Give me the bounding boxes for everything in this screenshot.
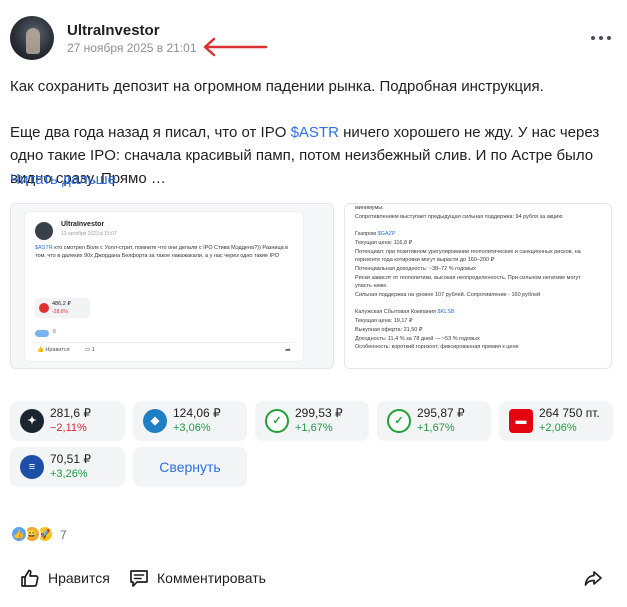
embedded-divider [33,342,295,343]
red-arrow-annotation-icon [203,37,268,57]
ticker-chip[interactable]: ≡ 70,51 ₽ +3,26% [10,447,125,487]
ticker-price: 295,87 ₽ [417,406,465,420]
ticker-chip[interactable]: ◆ 124,06 ₽ +3,06% [133,401,247,441]
embedded-post-card: UltraInvestor 13 октября 2023 в 15:07 $A… [24,211,304,362]
embedded-date: 13 октября 2023 в 15:07 [61,231,117,237]
like-button[interactable]: Нравится [20,568,115,588]
mts-icon: ▬ [509,409,533,433]
comment-button[interactable]: Комментировать [129,568,269,588]
document-line: Потенциальная доходность: ~38–72 % годов… [355,265,476,272]
ticker-price: 299,53 ₽ [295,406,343,420]
embedded-author: UltraInvestor [61,221,105,228]
embedded-share-icon: ➦ [285,347,291,354]
document-line: минимумы. [355,205,384,211]
image-thumbnail-text-document[interactable]: минимумы. Сопротивлением выступает предыд… [344,203,612,369]
document-line: Потенциал: при позитивном урегулировании… [355,248,581,255]
ticker-price: 264 750 пт. [539,406,600,420]
embedded-reaction-count: 8 [53,329,56,335]
comment-label: Комментировать [157,570,266,586]
sber-icon: ✓ [265,409,289,433]
like-reaction-icon: 👍 [10,525,28,543]
document-line: Выкупная оферта: 21,50 ₽ [355,326,423,333]
document-line: Доходность: 11,4 % за 78 дней — ~53 % го… [355,335,480,342]
embedded-reactions-icon [35,330,49,337]
document-line: Сильная поддержка на уровне 107 рублей. … [355,292,541,299]
sber-icon: ✓ [387,409,411,433]
embedded-ticker-chip: 486,2 ₽ -28,6% [35,298,90,318]
embedded-comment-count: ▭ 1 [85,347,95,353]
image-thumbnail-post-screenshot[interactable]: UltraInvestor 13 октября 2023 в 15:07 $A… [10,203,334,369]
post-date[interactable]: 27 ноября 2025 в 21:01 [67,41,197,55]
thumbs-up-icon [21,569,39,587]
reaction-count: 7 [60,528,67,542]
document-text: минимумы. Сопротивлением выступает предыд… [355,204,607,352]
read-more-link[interactable]: Читать дальше [10,171,116,188]
ticker-chip[interactable]: ▬ 264 750 пт. +2,06% [499,401,613,441]
document-line: Текущая цена: 116,8 ₽ [355,239,413,246]
document-line: упасть ниже. [355,283,388,290]
embedded-avatar [35,222,53,240]
share-icon [584,571,602,586]
collapse-button[interactable]: Свернуть [133,447,247,487]
sovcombank-icon: ≡ [20,455,44,479]
like-label: Нравится [48,570,110,586]
more-options-icon[interactable] [590,26,612,48]
ticker-price: 281,6 ₽ [50,406,91,420]
embedded-like-label: 👍 Нравится [37,347,70,353]
document-line: Сопротивлением выступает предыдущая силь… [355,213,563,220]
document-line: Риски зависят от геополитики, высокая не… [355,274,581,281]
mercedes-icon: ✦ [20,409,44,433]
comment-icon [130,570,148,587]
ticker-change: −2,11% [50,422,87,434]
ticker-chip[interactable]: ✦ 281,6 ₽ −2,11% [10,401,125,441]
document-line: Калужская Сбытовая Компания $KLSB [355,309,455,316]
ticker-change: +2,06% [539,422,577,434]
ticker-chip[interactable]: ✓ 299,53 ₽ +1,67% [255,401,369,441]
author-avatar[interactable] [10,16,54,60]
author-name[interactable]: UltraInvestor [67,22,160,39]
document-line: Газпром $GAZP [355,231,396,238]
post-title: Как сохранить депозит на огромном падени… [10,78,544,95]
ticker-chip[interactable]: ✓ 295,87 ₽ +1,67% [377,401,491,441]
share-button[interactable] [583,568,605,588]
ticker-change: +1,67% [295,422,333,434]
ticker-price: 70,51 ₽ [50,452,91,466]
document-line: Текущая цена: 19,17 ₽ [355,318,413,325]
embedded-text: $ASTR кто смотрел Волк с Уолл-стрит, пом… [35,245,289,259]
document-line: горизонте года котировки могут вырасти д… [355,257,495,264]
ticker-link[interactable]: $ASTR [291,124,339,141]
ticker-change: +3,06% [173,422,211,434]
gazprom-icon: ◆ [143,409,167,433]
document-line: Особенность: короткий горизонт, фиксиров… [355,344,519,351]
reactions-group[interactable]: 👍 😄 🚀 [10,525,58,543]
ticker-change: +3,26% [50,468,88,480]
ticker-price: 124,06 ₽ [173,406,221,420]
ticker-change: +1,67% [417,422,455,434]
